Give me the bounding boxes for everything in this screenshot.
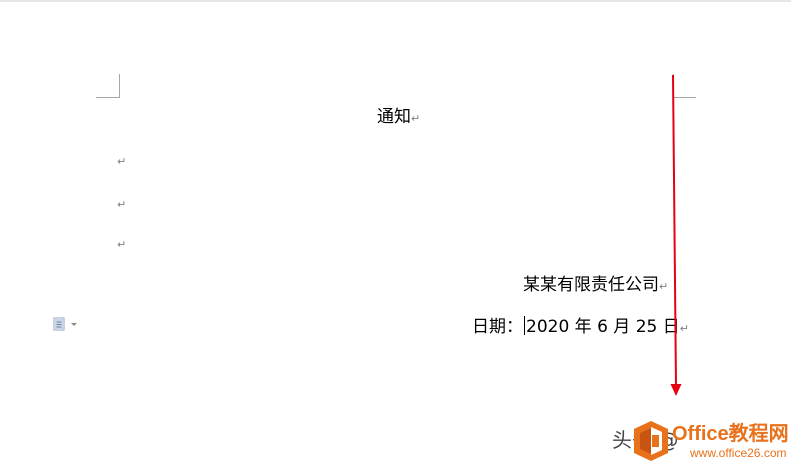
notice-title[interactable]: 通知↵ <box>377 107 420 129</box>
date-line[interactable]: 日期： 2020 年 6 月 25 日↵ <box>472 316 689 339</box>
paragraph-mark: ↵ <box>411 112 421 125</box>
margin-corner-mark-left <box>96 74 120 98</box>
paste-options-icon[interactable] <box>52 316 80 332</box>
red-arrow-annotation <box>670 74 682 396</box>
date-label: 日期： <box>472 317 523 337</box>
window-top-border <box>0 0 791 2</box>
empty-paragraph[interactable]: ↵ <box>117 239 126 251</box>
date-value: 2020 年 6 月 25 日 <box>526 317 680 337</box>
office-logo-icon <box>634 421 668 461</box>
empty-paragraph[interactable]: ↵ <box>117 199 126 211</box>
watermark-brand: Office教程网 <box>672 423 789 445</box>
empty-paragraph[interactable]: ↵ <box>117 156 126 168</box>
watermark-url: www.office26.com <box>690 446 787 460</box>
company-line[interactable]: 某某有限责任公司↵ <box>523 275 668 297</box>
notice-title-text: 通知 <box>377 107 411 127</box>
text-cursor <box>524 316 525 335</box>
document-page: 通知↵ ↵ ↵ ↵ 某某有限责任公司↵ 日期： 2020 年 6 月 25 日↵ … <box>0 0 791 467</box>
company-name: 某某有限责任公司 <box>523 275 659 295</box>
